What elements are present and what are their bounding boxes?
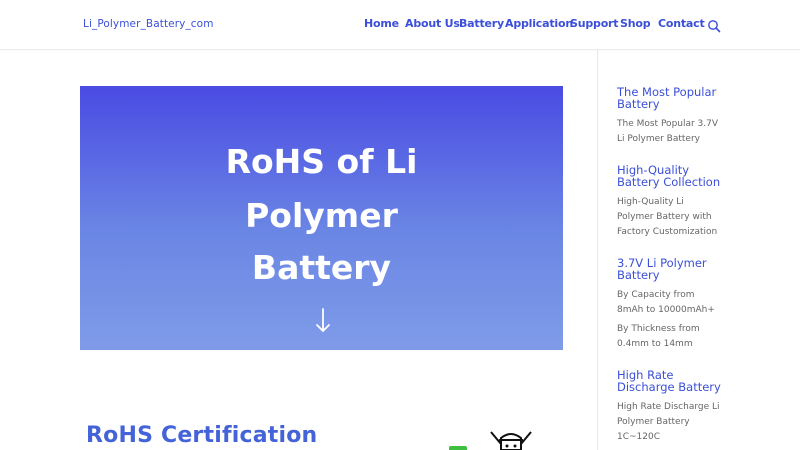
widget-link-line: By Thickness from [617, 324, 700, 334]
section-title: RoHS Certification [86, 423, 318, 448]
arrow-down-icon[interactable] [313, 307, 333, 334]
widget-title-line: Battery [617, 97, 660, 111]
widget-link-line: Factory Customization [617, 227, 718, 237]
widget-link-high-rate[interactable]: High Rate Discharge Li Polymer Battery 1… [617, 400, 727, 445]
nav-item-shop[interactable]: Shop [620, 17, 651, 30]
hero-title-line-3: Battery [251, 248, 392, 287]
widget-link-by-thickness[interactable]: By Thickness from 0.4mm to 14mm [617, 322, 727, 352]
widget-title-line: Battery [617, 268, 660, 282]
nav-item-home[interactable]: Home [364, 17, 399, 30]
nav-item-battery[interactable]: Battery [459, 17, 504, 30]
sidebar-widget-high-quality: High-Quality Battery Collection High-Qua… [617, 164, 727, 240]
sidebar-divider [597, 50, 598, 450]
widget-link-line: By Capacity from [617, 290, 695, 300]
widget-title-line: Battery Collection [617, 175, 721, 189]
site-header: Li_Polymer_Battery_com Home About Us Bat… [0, 0, 800, 50]
hero-title-line-2: Polymer [245, 196, 398, 235]
widget-link-line: 0.4mm to 14mm [617, 339, 693, 349]
sidebar-widget-3v7: 3.7V Li Polymer Battery By Capacity from… [617, 257, 727, 352]
widget-link-line: Li Polymer Battery [617, 134, 700, 144]
nav-item-support[interactable]: Support [570, 17, 619, 30]
sidebar-widget-high-rate: High Rate Discharge Battery High Rate Di… [617, 369, 727, 445]
widget-link-line: The Most Popular 3.7V [617, 119, 719, 129]
widget-title-line: Discharge Battery [617, 380, 721, 394]
sidebar: The Most Popular Battery The Most Popula… [617, 86, 727, 445]
widget-link-line: 1C~120C [617, 432, 661, 442]
widget-title-high-rate[interactable]: High Rate Discharge Battery [617, 369, 727, 393]
widget-link-line: 8mAh to 10000mAh+ [617, 305, 715, 315]
widget-link-by-capacity[interactable]: By Capacity from 8mAh to 10000mAh+ [617, 288, 727, 318]
nav-item-application[interactable]: Application [505, 17, 573, 30]
nav-item-about-us[interactable]: About Us [405, 17, 460, 30]
site-logo[interactable]: Li_Polymer_Battery_com [83, 18, 214, 30]
widget-link-customization[interactable]: High-Quality Li Polymer Battery with Fac… [617, 195, 727, 240]
widget-link-line: High-Quality Li [617, 197, 684, 207]
green-battery-icon [449, 446, 467, 450]
search-icon[interactable] [707, 18, 721, 33]
widget-title-3v7[interactable]: 3.7V Li Polymer Battery [617, 257, 727, 281]
widget-link-line: Polymer Battery with [617, 212, 712, 222]
hero-title-line-1: RoHS of Li [225, 142, 418, 181]
widget-link-popular-3v7[interactable]: The Most Popular 3.7V Li Polymer Battery [617, 117, 727, 147]
nav-item-contact[interactable]: Contact [658, 17, 705, 30]
widget-link-line: Polymer Battery [617, 417, 690, 427]
recycle-bin-icon [487, 430, 535, 450]
widget-title-high-quality[interactable]: High-Quality Battery Collection [617, 164, 727, 188]
widget-title-popular[interactable]: The Most Popular Battery [617, 86, 727, 110]
widget-link-line: High Rate Discharge Li [617, 402, 720, 412]
sidebar-widget-popular: The Most Popular Battery The Most Popula… [617, 86, 727, 147]
